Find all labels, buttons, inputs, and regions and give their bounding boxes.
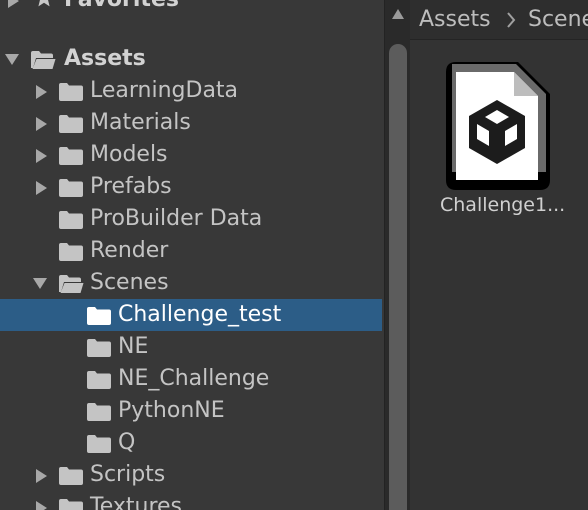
tree-item-label: Models bbox=[90, 142, 168, 167]
tree-item-label: Prefabs bbox=[90, 174, 172, 199]
tree-item-probuilder-data[interactable]: ProBuilder Data bbox=[0, 203, 382, 235]
tree-item-label: Textures bbox=[90, 494, 182, 510]
tree-item-label: Assets bbox=[64, 46, 146, 71]
asset-browser-panel: Assets Scenes bbox=[410, 0, 588, 510]
breadcrumb-assets[interactable]: Assets bbox=[419, 0, 491, 40]
tree-item-learningdata[interactable]: LearningData bbox=[0, 75, 382, 107]
tree-item-label: LearningData bbox=[90, 78, 239, 103]
folder-icon bbox=[87, 307, 111, 325]
tree-item-materials[interactable]: Materials bbox=[0, 107, 382, 139]
folder-icon bbox=[87, 403, 111, 421]
folder-icon bbox=[59, 499, 83, 510]
folder-tree-panel: Favorites Assets LearningData bbox=[0, 0, 384, 510]
tree-item-label: PythonNE bbox=[118, 398, 225, 423]
tree-item-label: Scenes bbox=[90, 270, 169, 295]
folder-icon bbox=[59, 115, 83, 133]
asset-name-label: Challenge1... bbox=[440, 194, 566, 216]
folder-icon bbox=[59, 83, 83, 101]
folder-open-icon bbox=[31, 51, 56, 69]
tree-item-ne[interactable]: NE bbox=[0, 331, 382, 363]
tree-item-q[interactable]: Q bbox=[0, 427, 382, 459]
tree-item-assets[interactable]: Assets bbox=[0, 43, 382, 75]
folder-icon bbox=[59, 243, 83, 261]
scrollbar-thumb[interactable] bbox=[389, 44, 407, 510]
chevron-down-icon[interactable] bbox=[32, 267, 48, 299]
tree-item-textures[interactable]: Textures bbox=[0, 491, 382, 510]
scroll-up-arrow-icon[interactable] bbox=[391, 8, 405, 20]
folder-icon bbox=[87, 435, 111, 453]
tree-item-pythonne[interactable]: PythonNE bbox=[0, 395, 382, 427]
folder-icon bbox=[59, 467, 83, 485]
chevron-right-icon[interactable] bbox=[34, 171, 50, 203]
chevron-right-icon[interactable] bbox=[34, 139, 50, 171]
tree-scrollbar[interactable] bbox=[384, 0, 410, 510]
tree-item-ne-challenge[interactable]: NE_Challenge bbox=[0, 363, 382, 395]
tree-item-label: Scripts bbox=[90, 462, 166, 487]
project-window: Favorites Assets LearningData bbox=[0, 0, 588, 510]
tree-item-label: Render bbox=[90, 238, 169, 263]
chevron-right-icon[interactable] bbox=[34, 491, 50, 510]
folder-icon bbox=[87, 339, 111, 357]
tree-item-scripts[interactable]: Scripts bbox=[0, 459, 382, 491]
chevron-down-icon[interactable] bbox=[4, 43, 20, 75]
tree-item-label: Favorites bbox=[64, 0, 179, 16]
tree-item-challenge-test[interactable]: Challenge_test bbox=[0, 299, 382, 331]
chevron-right-icon[interactable] bbox=[34, 107, 50, 139]
folder-icon bbox=[87, 371, 111, 389]
chevron-right-icon bbox=[507, 12, 516, 28]
unity-scene-icon bbox=[446, 62, 550, 190]
star-icon bbox=[38, 0, 50, 7]
folder-icon bbox=[59, 147, 83, 165]
tree-item-render[interactable]: Render bbox=[0, 235, 382, 267]
tree-item-label: NE_Challenge bbox=[118, 366, 270, 391]
tree-item-label: Q bbox=[118, 430, 136, 455]
chevron-right-icon[interactable] bbox=[34, 459, 50, 491]
asset-tile-challenge[interactable] bbox=[446, 62, 550, 192]
chevron-right-icon[interactable] bbox=[6, 0, 22, 16]
folder-icon bbox=[59, 211, 83, 229]
breadcrumb: Assets Scenes bbox=[410, 0, 588, 40]
tree-item-prefabs[interactable]: Prefabs bbox=[0, 171, 382, 203]
tree-item-label: Challenge_test bbox=[118, 302, 282, 327]
chevron-right-icon[interactable] bbox=[34, 75, 50, 107]
folder-open-icon bbox=[59, 275, 84, 293]
tree-item-favorites[interactable]: Favorites bbox=[0, 0, 382, 16]
tree-item-label: NE bbox=[118, 334, 149, 359]
breadcrumb-scenes[interactable]: Scenes bbox=[528, 0, 588, 40]
folder-icon bbox=[59, 179, 83, 197]
tree-item-scenes[interactable]: Scenes bbox=[0, 267, 382, 299]
tree-item-label: ProBuilder Data bbox=[90, 206, 263, 231]
tree-item-models[interactable]: Models bbox=[0, 139, 382, 171]
tree-item-label: Materials bbox=[90, 110, 191, 135]
